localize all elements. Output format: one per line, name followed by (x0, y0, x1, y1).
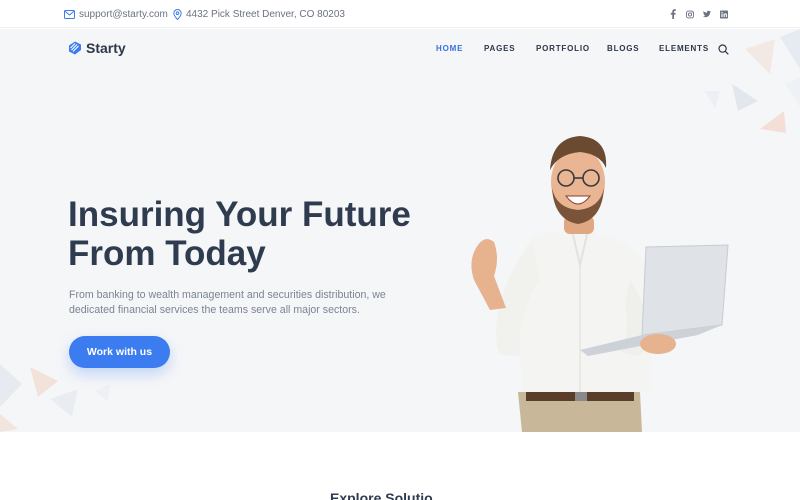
facebook-icon[interactable] (669, 9, 677, 19)
hero-headline: Insuring Your Future From Today (68, 195, 448, 273)
twitter-icon[interactable] (703, 9, 711, 19)
brand-logo[interactable]: Starty (68, 40, 126, 56)
address-text: 4432 Pick Street Denver, CO 80203 (186, 8, 345, 20)
nav-item-elements[interactable]: ELEMENTS (659, 44, 709, 53)
contact-address: 4432 Pick Street Denver, CO 80203 (173, 0, 345, 28)
headline-line-1: Insuring Your Future (68, 195, 411, 234)
nav-item-pages[interactable]: PAGES (484, 44, 515, 53)
contact-email[interactable]: support@starty.com (64, 0, 168, 28)
search-button[interactable] (718, 42, 729, 60)
headline-line-2: From Today (68, 234, 266, 273)
instagram-icon[interactable] (686, 9, 694, 19)
hero-person-image (471, 136, 729, 432)
social-links (669, 0, 728, 28)
mail-icon (64, 9, 75, 19)
work-with-us-button[interactable]: Work with us (69, 336, 170, 368)
nav-item-blogs[interactable]: BLOGS (607, 44, 639, 53)
email-text: support@starty.com (79, 8, 168, 20)
next-section-title: Explore Solutio (330, 490, 433, 500)
search-icon (718, 44, 729, 55)
nav-item-home[interactable]: HOME (436, 44, 463, 53)
starty-logo-icon (69, 41, 81, 55)
nav-item-portfolio[interactable]: PORTFOLIO (536, 44, 590, 53)
top-bar: support@starty.com 4432 Pick Street Denv… (0, 0, 800, 28)
hero-subtext: From banking to wealth management and se… (69, 289, 386, 316)
location-pin-icon (173, 8, 182, 20)
brand-name: Starty (86, 40, 126, 56)
linkedin-icon[interactable] (720, 9, 728, 19)
